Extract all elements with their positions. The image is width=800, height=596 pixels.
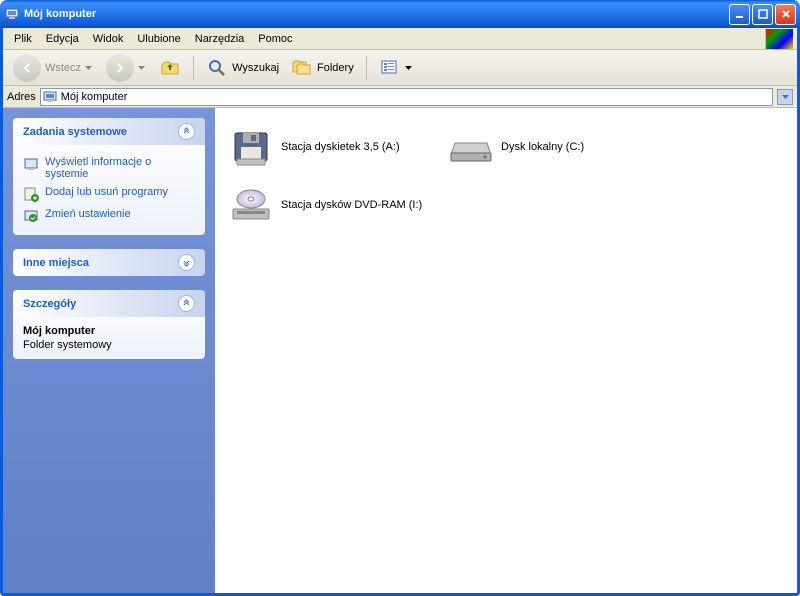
task-change-setting[interactable]: Zmień ustawienie [23,205,195,227]
window-title: Mój komputer [24,8,729,20]
folder-up-icon [159,57,181,79]
drive-label: Stacja dysków DVD-RAM (I:) [281,199,422,211]
forward-button[interactable] [102,52,151,84]
address-dropdown[interactable] [777,89,793,105]
menu-tools[interactable]: Narzędzia [188,30,252,48]
menu-favorites[interactable]: Ulubione [130,30,187,48]
back-button[interactable]: Wstecz [9,52,98,84]
other-places-header[interactable]: Inne miejsca [13,249,205,276]
toolbar-separator [366,56,367,80]
drive-dvd-ram[interactable]: Stacja dysków DVD-RAM (I:) [225,176,445,234]
drive-local-c[interactable]: Dysk lokalny (C:) [445,118,665,176]
my-computer-icon [43,90,57,104]
views-button[interactable] [375,55,418,81]
menu-view[interactable]: Widok [86,30,131,48]
drive-floppy[interactable]: Stacja dyskietek 3,5 (A:) [225,118,445,176]
optical-icon [229,185,273,225]
drive-label: Stacja dyskietek 3,5 (A:) [281,141,400,153]
views-dropdown[interactable] [405,57,414,79]
up-button[interactable] [155,55,185,81]
back-icon [13,54,41,82]
expand-icon [178,254,195,271]
address-value: Mój komputer [61,91,128,103]
toolbar: Wstecz Wyszukaj Foldery [3,50,797,86]
task-system-info[interactable]: Wyświetl informacje o systemie [23,153,195,183]
collapse-icon [178,295,195,312]
folders-icon [291,57,313,79]
pane-title: Inne miejsca [23,257,89,269]
settings-icon [23,208,39,224]
info-icon [23,156,39,172]
search-label: Wyszukaj [232,62,279,74]
hdd-icon [449,127,493,167]
task-label: Zmień ustawienie [45,208,131,220]
other-places-pane: Inne miejsca [13,249,205,276]
windows-flag-icon [765,29,793,49]
minimize-button[interactable] [729,4,750,25]
add-remove-icon [23,186,39,202]
forward-dropdown[interactable] [138,57,147,79]
menu-file[interactable]: Plik [7,30,39,48]
system-tasks-body: Wyświetl informacje o systemie Dodaj lub… [13,145,205,235]
content-area: Stacja dyskietek 3,5 (A:) Dysk lokalny (… [215,108,797,593]
back-dropdown[interactable] [85,57,94,79]
search-icon [206,57,228,79]
folders-label: Foldery [317,62,354,74]
menu-help[interactable]: Pomoc [251,30,299,48]
address-bar: Adres Mój komputer [3,86,797,108]
folders-button[interactable]: Foldery [287,55,358,81]
details-body: Mój komputer Folder systemowy [13,317,205,359]
collapse-icon [178,123,195,140]
views-icon [379,57,401,79]
maximize-button[interactable] [752,4,773,25]
window-buttons [729,4,796,25]
details-name: Mój komputer [23,325,195,337]
task-add-remove[interactable]: Dodaj lub usuń programy [23,183,195,205]
address-field[interactable]: Mój komputer [40,88,773,106]
toolbar-separator [193,56,194,80]
forward-icon [106,54,134,82]
address-label: Adres [7,91,36,103]
task-label: Wyświetl informacje o systemie [45,156,195,180]
tasks-sidebar: Zadania systemowe Wyświetl informacje o … [3,108,215,593]
task-label: Dodaj lub usuń programy [45,186,168,198]
close-button[interactable] [775,4,796,25]
drive-label: Dysk lokalny (C:) [501,141,584,153]
menubar: Plik Edycja Widok Ulubione Narzędzia Pom… [3,28,797,50]
details-header[interactable]: Szczegóły [13,290,205,317]
pane-title: Szczegóły [23,298,76,310]
system-tasks-header[interactable]: Zadania systemowe [13,118,205,145]
details-pane: Szczegóły Mój komputer Folder systemowy [13,290,205,359]
my-computer-icon [4,6,20,22]
menu-edit[interactable]: Edycja [39,30,86,48]
back-label: Wstecz [45,62,81,74]
main-area: Zadania systemowe Wyświetl informacje o … [3,108,797,593]
titlebar: Mój komputer [0,0,800,28]
details-type: Folder systemowy [23,339,195,351]
pane-title: Zadania systemowe [23,126,127,138]
search-button[interactable]: Wyszukaj [202,55,283,81]
floppy-icon [229,127,273,167]
system-tasks-pane: Zadania systemowe Wyświetl informacje o … [13,118,205,235]
